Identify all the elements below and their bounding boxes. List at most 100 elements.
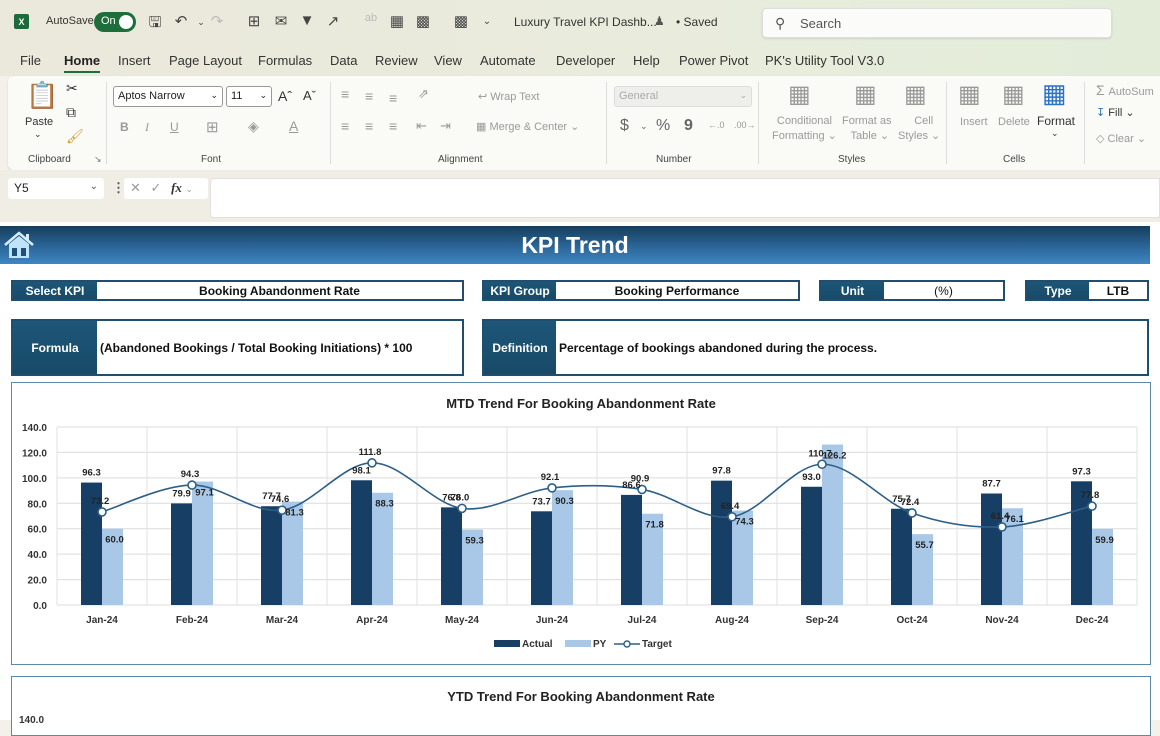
tab-formulas[interactable]: Formulas — [258, 53, 312, 68]
y-tick-label: 140.0 — [22, 423, 47, 434]
paste-dropdown-icon[interactable]: ⌄ — [34, 129, 42, 140]
search-input[interactable]: ⚲ Search — [762, 8, 1112, 38]
select-kpi-dropdown[interactable]: Booking Abandonment Rate — [97, 282, 462, 299]
table-icon[interactable]: ▦ — [388, 12, 406, 30]
wrap-text-button[interactable]: ↩ Wrap Text — [478, 90, 539, 103]
paste-icon[interactable]: 📋 — [26, 80, 58, 111]
increase-font-icon[interactable]: Aˆ — [278, 88, 292, 104]
italic-button[interactable]: I — [145, 120, 149, 135]
autosave-toggle[interactable]: On — [94, 12, 136, 32]
align-top-icon[interactable]: ≡ — [341, 86, 349, 102]
align-right-icon[interactable]: ≡ — [389, 118, 397, 134]
bold-button[interactable]: B — [120, 120, 129, 134]
save-status[interactable]: • Saved — [676, 15, 718, 29]
underline-button[interactable]: U — [170, 120, 179, 134]
borders-icon[interactable]: ⊞ — [245, 12, 263, 30]
conditional-formatting-button[interactable]: Conditional Formatting ⌄ — [772, 114, 837, 144]
y-tick-label: 120.0 — [22, 448, 47, 459]
font-size-select[interactable]: 11 ⌄ — [226, 86, 272, 107]
cancel-icon[interactable]: ✕ — [130, 180, 141, 195]
comma-style-button[interactable]: 9 — [684, 117, 693, 135]
tab-developer[interactable]: Developer — [556, 53, 615, 68]
cut-icon[interactable]: ✂ — [66, 80, 78, 97]
calculator-icon[interactable]: ▩ — [452, 12, 470, 30]
x-tick-label: Feb-24 — [176, 615, 209, 626]
title-bar: X AutoSave On 🖫 ↶ ⌄ ↷ ⊞ ✉ ▼ ↗ ab ▦ ▩ ▩ ⌄… — [0, 0, 1160, 44]
redo-icon[interactable]: ↷ — [208, 12, 226, 30]
tab-automate[interactable]: Automate — [480, 53, 536, 68]
filter-icon[interactable]: ▼ — [298, 12, 316, 29]
chevron-down-icon[interactable]: ⌄ — [186, 184, 194, 194]
insert-function-button[interactable]: fx — [171, 180, 182, 195]
name-box[interactable]: Y5 ⌄ — [8, 178, 104, 199]
kpi-group-value: Booking Performance — [614, 283, 740, 298]
increase-decimal-icon[interactable]: ←.0 — [708, 120, 725, 130]
chevron-down-icon[interactable]: ⌄ — [1051, 128, 1059, 139]
chevron-down-icon: ⌄ — [210, 90, 218, 100]
undo-icon[interactable]: ↶ — [172, 12, 190, 30]
save-icon[interactable]: 🖫 — [146, 12, 164, 37]
clear-button[interactable]: ◇ Clear ⌄ — [1096, 132, 1146, 145]
font-color-icon[interactable]: A — [289, 118, 298, 134]
delete-cells-button[interactable]: Delete — [998, 116, 1030, 128]
format-as-table-button[interactable]: Format as Table ⌄ — [842, 114, 892, 144]
toggle-knob — [119, 15, 133, 29]
format-as-table-icon[interactable]: ▦ — [854, 80, 877, 109]
decrease-decimal-icon[interactable]: .00→ — [734, 120, 756, 130]
autosum-button[interactable]: Σ AutoSum — [1096, 82, 1154, 98]
tab-file[interactable]: File — [20, 53, 41, 68]
tab-home[interactable]: Home — [64, 53, 101, 73]
format-painter-icon[interactable]: 🖌 — [66, 128, 84, 145]
data-label-actual: 87.7 — [982, 478, 1001, 489]
fill-color-icon[interactable]: ◈ — [248, 118, 259, 135]
tab-view[interactable]: View — [434, 53, 462, 68]
tab-help[interactable]: Help — [633, 53, 660, 68]
increase-indent-icon[interactable]: ⇥ — [440, 118, 451, 134]
chevron-down-icon[interactable]: ⌄ — [640, 121, 648, 132]
clipboard-launcher-icon[interactable]: ↘ — [94, 154, 102, 165]
percent-button[interactable]: % — [656, 117, 670, 135]
align-bottom-icon[interactable]: ≡ — [389, 90, 397, 106]
tab-data[interactable]: Data — [330, 53, 357, 68]
cell-styles-button[interactable]: Cell Styles ⌄ — [898, 114, 940, 144]
copy-icon[interactable]: ⧉ — [66, 104, 76, 121]
tab-review[interactable]: Review — [375, 53, 418, 68]
formula-input[interactable] — [210, 178, 1160, 218]
currency-button[interactable]: $ — [620, 117, 629, 135]
calculator-icon[interactable]: ▩ — [414, 12, 432, 30]
fill-button[interactable]: ↧ Fill ⌄ — [1096, 106, 1135, 119]
target-marker — [547, 483, 557, 493]
form-icon[interactable]: ✉ — [272, 12, 290, 30]
customize-qat-icon[interactable]: ⌄ — [478, 16, 496, 27]
borders-icon[interactable]: ⊞ — [206, 118, 219, 136]
align-left-icon[interactable]: ≡ — [341, 118, 349, 134]
insert-cells-icon[interactable]: ▦ — [958, 80, 981, 109]
align-middle-icon[interactable]: ≡ — [365, 88, 373, 104]
paste-button[interactable]: Paste — [25, 116, 53, 128]
decrease-font-icon[interactable]: Aˇ — [303, 88, 316, 103]
format-cells-icon[interactable]: ▦ — [1042, 78, 1067, 109]
enter-icon[interactable]: ✓ — [151, 180, 162, 195]
tab-page-layout[interactable]: Page Layout — [169, 53, 242, 68]
conditional-formatting-icon[interactable]: ▦ — [788, 80, 811, 109]
orientation-icon[interactable]: ⇗ — [418, 86, 429, 102]
merge-center-button[interactable]: ▦ Merge & Center ⌄ — [476, 120, 579, 133]
bar-py — [192, 481, 213, 605]
format-cells-button[interactable]: Format — [1037, 114, 1075, 128]
x-tick-label: Aug-24 — [715, 615, 749, 626]
delete-cells-icon[interactable]: ▦ — [1002, 80, 1025, 109]
font-name-select[interactable]: Aptos Narrow ⌄ — [113, 86, 223, 107]
legend-swatch-actual — [494, 640, 520, 647]
tab-pk-utility[interactable]: PK's Utility Tool V3.0 — [765, 53, 884, 68]
decrease-indent-icon[interactable]: ⇤ — [416, 118, 427, 134]
spelling-icon[interactable]: ab — [362, 12, 380, 24]
insert-cells-button[interactable]: Insert — [960, 116, 988, 128]
tab-power-pivot[interactable]: Power Pivot — [679, 53, 748, 68]
align-center-icon[interactable]: ≡ — [365, 118, 373, 134]
share-icon[interactable]: ↗ — [324, 12, 342, 30]
collaborators-icon[interactable]: ♟ — [654, 14, 665, 28]
number-format-select[interactable]: General ⌄ — [614, 86, 752, 107]
cell-styles-icon[interactable]: ▦ — [904, 80, 927, 109]
tab-insert[interactable]: Insert — [118, 53, 151, 68]
document-title[interactable]: Luxury Travel KPI Dashb... — [514, 15, 657, 29]
